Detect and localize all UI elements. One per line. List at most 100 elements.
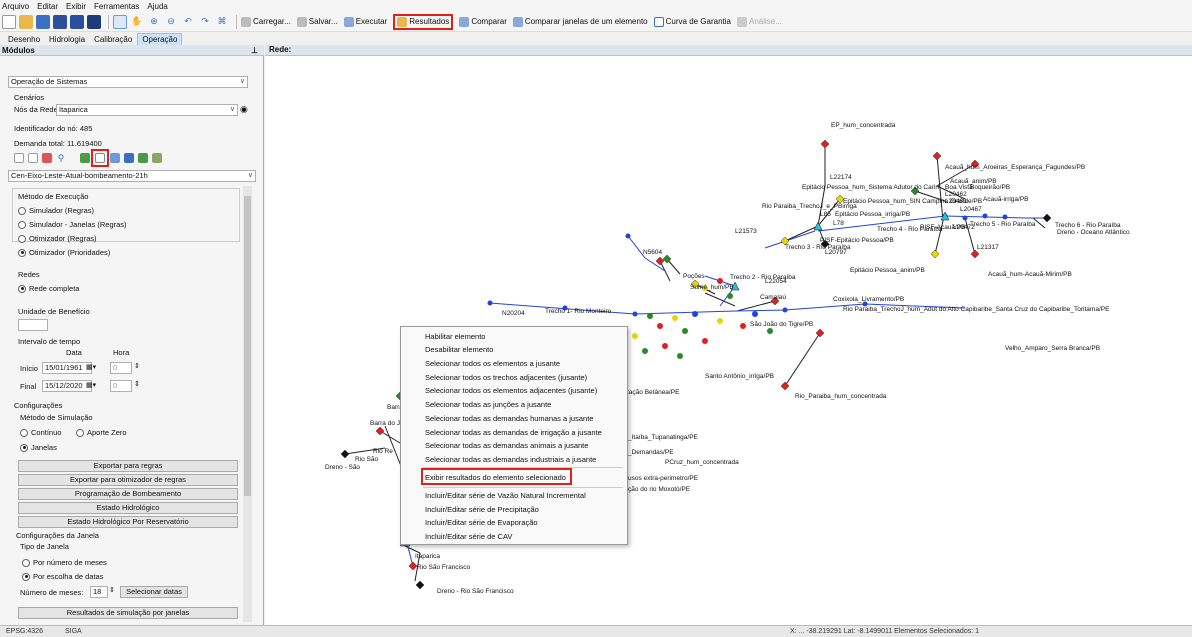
node-label[interactable]: Rio_Paraiba_hum_concentrada [795,393,886,400]
menu-arquivo[interactable]: Arquivo [2,2,29,11]
tab-calibracao[interactable]: Calibração [90,34,136,45]
unidade-beneficio-input[interactable] [18,319,48,331]
menu-serie-cav[interactable]: Incluir/Editar série de CAV [425,532,512,541]
node-label[interactable]: Rio Re [373,448,393,455]
node-label[interactable]: Velho_Amparo_Serra Branca/PB [1005,345,1100,352]
carregar-button[interactable]: Carregar... [241,16,291,27]
node-label[interactable]: São João do Tigre/PB [750,321,813,328]
menu-sel-demandas-humanas[interactable]: Selecionar todas as demandas humanas a j… [425,414,593,423]
node-label[interactable]: Acauã-irriga/PB [983,196,1029,203]
radio-aporte-zero[interactable]: Aporte Zero [76,428,127,437]
node-label[interactable]: Epitácio Pessoa_anim/PB [850,267,925,274]
spinner-icon[interactable]: ⇕ [134,362,140,370]
selecionar-datas-button[interactable]: Selecionar datas [120,586,188,598]
menu-serie-evaporacao[interactable]: Incluir/Editar série de Evaporação [425,518,538,527]
salvar-button[interactable]: Salvar... [296,16,338,27]
zoom-out-icon[interactable]: ⊖ [164,15,178,29]
node-label[interactable]: Rio Paraiba_TrechoJ_e_PBirriga [762,203,857,210]
inicio-hour-field[interactable]: 0 [110,362,132,374]
user-icon[interactable] [152,153,162,163]
resultados-button[interactable]: Resultados [393,13,454,30]
menu-habilitar[interactable]: Habilitar elemento [425,332,485,341]
node-label[interactable]: L21317 [977,244,999,251]
zoom-extent-icon[interactable]: ⌘ [215,15,229,29]
zoom-prev-icon[interactable]: ↶ [181,15,195,29]
radio-simulador-janelas[interactable]: Simulador - Janelas (Regras) [18,220,127,229]
new-file-icon[interactable] [2,14,16,29]
node-label[interactable]: Rio São Francisco [417,564,470,571]
resultados-janelas-button[interactable]: Resultados de simulação por janelas [18,607,238,619]
node-label[interactable]: L85 [820,211,831,218]
menu-editar[interactable]: Editar [37,2,58,11]
node-label[interactable]: L21573 [735,228,757,235]
curva-garantia-button[interactable]: Curva de Garantia [653,16,731,27]
spinner-icon[interactable]: ⇕ [134,380,140,388]
pan-hand-icon[interactable]: ✋ [130,15,144,29]
edit-icon[interactable] [42,153,52,163]
node-label[interactable]: Epitácio Pessoa_hum_SIN Campina Grande/P… [843,198,982,205]
node-label[interactable]: Rio Paraiba_TrechoJ_hum_Adut do Alto Cap… [843,306,1109,313]
node-label[interactable]: L20462 [945,191,967,198]
zoom-in-icon[interactable]: ⊕ [147,15,161,29]
tab-operacao[interactable]: Operação [137,33,183,45]
menu-desabilitar[interactable]: Desabilitar elemento [425,345,493,354]
export-icon[interactable] [80,153,90,163]
eye-icon[interactable]: ◉ [240,104,248,115]
radio-otimizador-regras[interactable]: Otimizador (Regras) [18,234,97,243]
calendar-icon[interactable]: ▦▾ [86,381,96,389]
node-label[interactable]: PCruz_hum_concentrada [665,459,739,466]
menu-sel-elementos-jusante[interactable]: Selecionar todos os elementos a jusante [425,359,560,368]
spinner-icon[interactable]: ⇕ [109,586,115,594]
calendar-icon[interactable]: ▦▾ [86,363,96,371]
estado-hidrologico-button[interactable]: Estado Hidrológico [18,502,238,514]
tab-desenho[interactable]: Desenho [4,34,44,45]
analise-button[interactable]: Análise... [737,16,782,27]
new-icon[interactable] [14,153,24,163]
select-icon[interactable] [113,14,127,29]
radio-por-numero[interactable]: Por número de meses [22,558,107,567]
node-label[interactable]: Santo Antônio_irriga/PB [705,373,774,380]
node-label[interactable]: _Itaíba_Tupanatinga/PE [628,434,698,441]
radio-continuo[interactable]: Contínuo [20,428,61,437]
node-label[interactable]: Boa Vista [945,184,973,191]
node-label[interactable]: Barra do J [370,420,400,427]
node-label[interactable]: ção do rio Moxotó/PE [628,486,690,493]
estado-hidrologico-reservatorio-button[interactable]: Estado Hidrológico Por Reservatório [18,516,238,528]
comparar-button[interactable]: Comparar [459,16,507,27]
node-label[interactable]: Trecho 1- Rio Monteiro [545,308,611,315]
radio-janelas[interactable]: Janelas [20,443,57,452]
node-label[interactable]: Poções [683,273,705,280]
menu-sel-juncoes[interactable]: Selecionar todas as junções a jusante [425,400,551,409]
node-label[interactable]: L20797 [825,249,847,256]
node-label[interactable]: Itaparica [415,553,440,560]
executar-button[interactable]: Executar [343,16,387,27]
menu-serie-vazao[interactable]: Incluir/Editar série de Vazão Natural In… [425,491,586,500]
module-select[interactable]: Operação de Sistemas ∨ [8,76,248,88]
open-folder-icon[interactable] [19,14,33,29]
node-label[interactable]: Dreno - Rio São Francisco [437,588,514,595]
radio-simulador-regras[interactable]: Simulador (Regras) [18,206,94,215]
nos-rede-select[interactable]: Itaparica ∨ [56,104,238,116]
pin-icon[interactable]: ⊥ [251,46,258,55]
node-label[interactable]: Rio São [355,456,378,463]
final-hour-field[interactable]: 0 [110,380,132,392]
node-label[interactable]: Acauã_hum_Aroeiras_Esperança_Fagundes/PB [945,164,1085,171]
menu-sel-demandas-irrigacao[interactable]: Selecionar todas as demandas de irrigaçã… [425,428,602,437]
node-label[interactable]: L22174 [830,174,852,181]
tab-hidrologia[interactable]: Hidrologia [45,34,89,45]
node-label[interactable]: Sumé_hum/PB [690,284,734,291]
node-label[interactable]: Dreno - São [325,464,360,471]
node-label[interactable]: Boqueirão/PB [970,184,1010,191]
paint-icon[interactable] [110,153,120,163]
open-icon[interactable] [36,14,50,29]
node-label[interactable]: EP_hum_concentrada [831,122,895,129]
inicio-date-field[interactable]: 15/01/1961 [42,362,92,374]
zoom-next-icon[interactable]: ↷ [198,15,212,29]
node-label[interactable]: tação Betânea/PE [627,389,679,396]
menu-exibir[interactable]: Exibir [66,2,86,11]
node-label[interactable]: Trecho 6 - Rio Paraíba [1055,222,1121,229]
menu-sel-elementos-adjacentes[interactable]: Selecionar todos os elementos adjacentes… [425,386,597,395]
menu-sel-demandas-animais[interactable]: Selecionar todas as demandas animais a j… [425,441,588,450]
save-icon[interactable] [53,14,67,29]
node-label[interactable]: L20467 [960,206,982,213]
